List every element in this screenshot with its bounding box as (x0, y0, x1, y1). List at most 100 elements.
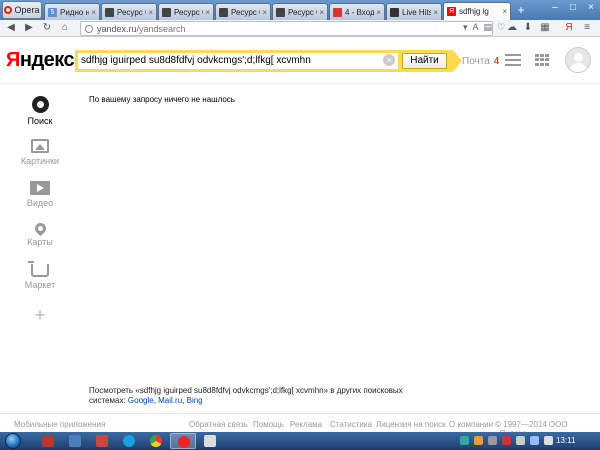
search-bar: sdfhjg iguirped su8d8fdfvj odvkcmgs';d;l… (75, 50, 462, 72)
taskbar-chrome[interactable] (143, 433, 169, 449)
nav-label-video: Видео (26, 198, 54, 208)
dropdown-arrow-icon[interactable]: ▾ (463, 22, 468, 33)
close-tab-icon[interactable]: × (91, 8, 96, 17)
translate-icon[interactable]: A (473, 22, 479, 33)
tray-icon[interactable] (488, 436, 497, 445)
browser-tab[interactable]: Live Hits × (386, 3, 442, 20)
browser-tab[interactable]: 5Ридно не× (44, 3, 100, 20)
url-field[interactable]: yandex.ru /yandsearch (80, 21, 493, 36)
tray-icon[interactable] (502, 436, 511, 445)
taskbar-app-1[interactable] (35, 433, 61, 449)
footer-about-link[interactable]: О компании (449, 420, 493, 429)
minimize-icon[interactable]: – (548, 2, 562, 13)
footer-stats-link[interactable]: Статистика (330, 420, 372, 429)
browser-tab[interactable]: 4 - Вход × (329, 3, 385, 20)
browser-tab[interactable]: Ресурс С× (101, 3, 157, 20)
clear-icon[interactable]: × (383, 54, 395, 66)
reader-icon[interactable]: ▤ (484, 22, 493, 33)
nav-item-images[interactable]: Картинки (0, 139, 80, 166)
settings-sliders-icon[interactable] (505, 54, 521, 66)
nav-item-maps[interactable]: Карты (0, 220, 80, 247)
close-tab-icon[interactable]: × (502, 7, 507, 16)
chrome-icon (150, 435, 162, 447)
favicon-icon (333, 7, 342, 17)
forward-icon[interactable]: ▶ (22, 21, 36, 35)
tray-icon[interactable] (460, 436, 469, 445)
nav-label-images: Картинки (20, 156, 60, 166)
footer-license-link[interactable]: Лицензия на поиск (376, 420, 446, 429)
app-icon (96, 435, 108, 447)
search-button[interactable]: Найти (402, 53, 447, 69)
avatar-head (574, 53, 583, 62)
maximize-icon[interactable]: □ (566, 2, 580, 13)
home-icon[interactable]: ⌂ (58, 21, 72, 35)
browser-tab[interactable]: Ресурс С× (158, 3, 214, 20)
footer-ads-link[interactable]: Реклама (290, 420, 322, 429)
plus-icon: + (34, 305, 46, 325)
close-tab-icon[interactable]: × (319, 8, 324, 17)
mail-count-badge: 4 (493, 56, 500, 67)
tray-icon[interactable] (474, 436, 483, 445)
services-grid-icon[interactable] (535, 54, 550, 66)
opera-menu-button[interactable]: Opera (2, 1, 42, 19)
yandex-extension-icon[interactable]: Я (562, 21, 576, 35)
close-tab-icon[interactable]: × (148, 8, 153, 17)
tab-label: Ресурс С (174, 7, 203, 17)
close-tab-icon[interactable]: × (262, 8, 267, 17)
tabs-list: 5Ридно не×Ресурс С×Ресурс С×Ресурс С×Рес… (44, 2, 512, 20)
new-tab-button[interactable]: + (514, 4, 528, 18)
close-tab-icon[interactable]: × (433, 8, 438, 17)
tray-icon[interactable] (516, 436, 525, 445)
favicon-icon (105, 7, 114, 17)
browser-tab[interactable]: Ресурс С× (272, 3, 328, 20)
favicon-icon (219, 7, 228, 17)
taskbar-app-3[interactable] (89, 433, 115, 449)
bookmark-heart-icon[interactable]: ♡ (497, 22, 505, 33)
favicon-icon: Я (447, 7, 456, 16)
logo-rest: ндекс (19, 49, 75, 71)
back-icon[interactable]: ◀ (4, 21, 18, 35)
browser-tab[interactable]: Яsdfhjg ig × (443, 2, 511, 20)
taskbar-app-7[interactable] (197, 433, 223, 449)
cart-icon (28, 261, 49, 277)
extension-icon[interactable]: ▦ (538, 21, 552, 35)
mail-link[interactable]: Почта 4 (462, 56, 499, 67)
tab-label: Ридно не (60, 7, 89, 17)
engine-link-bing[interactable]: Bing (187, 396, 203, 405)
volume-icon[interactable] (544, 436, 553, 445)
url-path: /yandsearch (136, 23, 186, 34)
reload-icon[interactable]: ↻ (40, 21, 54, 35)
no-results-message: По вашему запросу ничего не нашлось (89, 95, 235, 104)
taskbar-app-2[interactable] (62, 433, 88, 449)
tab-label: Ресурс С (231, 7, 260, 17)
menu-icon[interactable]: ≡ (580, 21, 594, 35)
avatar-body (570, 63, 587, 72)
taskbar-skype[interactable] (116, 433, 142, 449)
footer-feedback-link[interactable]: Обратная связь (189, 420, 248, 429)
search-input[interactable]: sdfhjg iguirped su8d8fdfvj odvkcmgs';d;l… (78, 53, 398, 69)
browser-tab[interactable]: Ресурс С× (215, 3, 271, 20)
downloads-icon[interactable]: ⬇ (521, 21, 535, 35)
network-icon[interactable] (530, 436, 539, 445)
close-window-icon[interactable]: × (584, 2, 598, 13)
footer-help-link[interactable]: Помощь (253, 420, 284, 429)
avatar[interactable] (565, 47, 591, 73)
nav-more-button[interactable]: + (0, 306, 80, 324)
taskbar-clock[interactable]: 13:11 (556, 436, 575, 445)
mail-label: Почта (462, 56, 490, 67)
footer-mobile-apps-link[interactable]: Мобильные приложения (14, 420, 105, 429)
close-tab-icon[interactable]: × (205, 8, 210, 17)
engine-link-google[interactable]: Google (128, 396, 154, 405)
nav-item-search[interactable]: Поиск (0, 96, 80, 126)
nav-item-market[interactable]: Маркет (0, 261, 80, 290)
turbo-icon[interactable]: ☁ (505, 21, 519, 35)
engine-link-mailru[interactable]: Mail.ru (158, 396, 182, 405)
taskbar-opera[interactable] (170, 433, 196, 449)
yandex-logo[interactable]: Яндекс (6, 49, 75, 72)
nav-label-maps: Карты (27, 237, 53, 247)
start-button[interactable] (2, 432, 26, 450)
close-tab-icon[interactable]: × (376, 8, 381, 17)
nav-label-search: Поиск (27, 116, 53, 126)
nav-item-video[interactable]: Видео (0, 181, 80, 208)
yandex-header: Яндекс sdfhjg iguirped su8d8fdfvj odvkcm… (0, 37, 600, 84)
